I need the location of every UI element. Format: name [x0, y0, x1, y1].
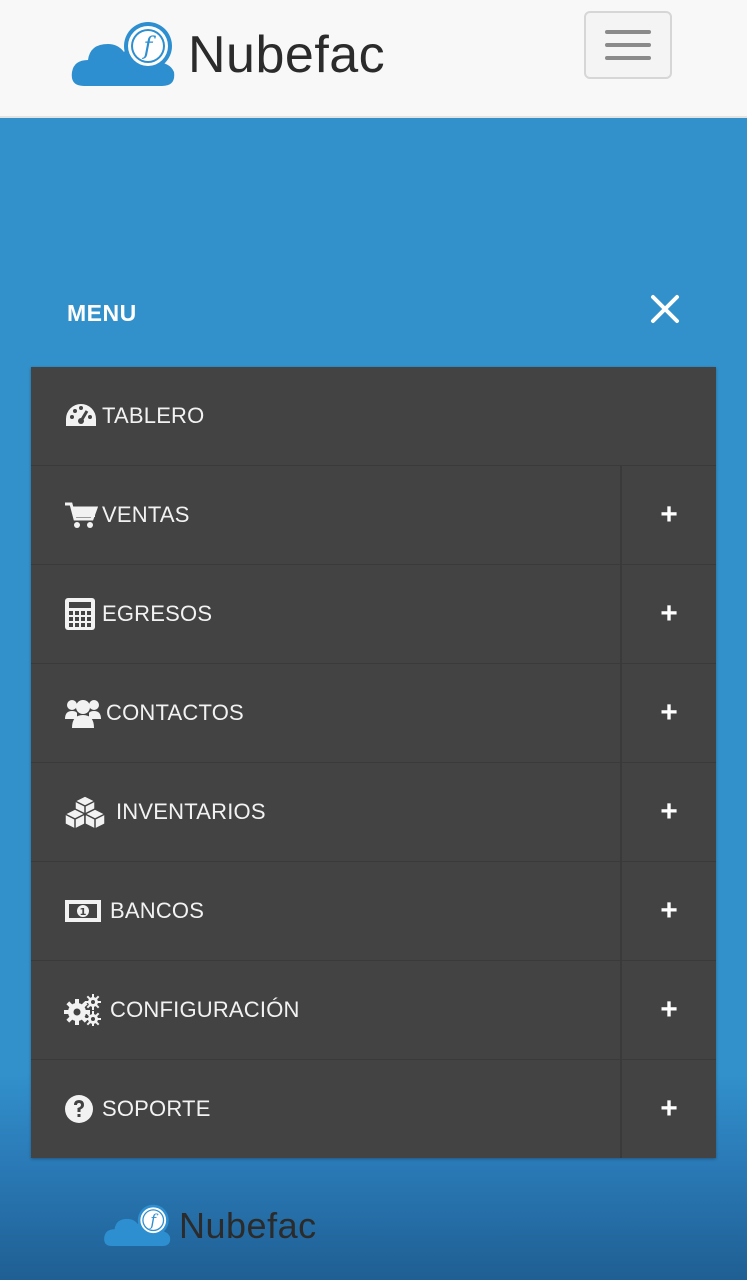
users-icon	[64, 697, 106, 729]
hamburger-icon-bar	[605, 43, 651, 47]
brand-logo[interactable]: f Nubefac	[70, 20, 385, 90]
nubefac-cloud-logo-icon: f	[71, 22, 175, 86]
plus-icon: +	[660, 993, 678, 1026]
menu-item-ventas[interactable]: VENTAS +	[31, 466, 716, 565]
menu-item-link[interactable]: INVENTARIOS	[31, 763, 716, 861]
cubes-icon	[64, 795, 116, 829]
expand-toggle[interactable]: +	[620, 961, 716, 1059]
menu-item-label: CONTACTOS	[106, 700, 244, 725]
footer-brand-name: Nubefac	[179, 1205, 317, 1246]
menu-item-label: INVENTARIOS	[116, 799, 266, 824]
menu-item-link[interactable]: TABLERO	[31, 367, 716, 465]
menu-item-contactos[interactable]: CONTACTOS +	[31, 664, 716, 763]
hamburger-icon-bar	[605, 30, 651, 34]
menu-item-link[interactable]: SOPORTE	[31, 1060, 716, 1158]
close-icon	[651, 295, 679, 323]
menu-item-link[interactable]: VENTAS	[31, 466, 716, 564]
expand-toggle[interactable]: +	[620, 565, 716, 663]
close-menu-button[interactable]	[648, 292, 682, 326]
menu-item-soporte[interactable]: SOPORTE +	[31, 1060, 716, 1158]
footer-brand-logo[interactable]: f Nubefac	[103, 1203, 317, 1249]
svg-text:1: 1	[80, 907, 87, 918]
menu-item-label: BANCOS	[110, 898, 205, 923]
menu-item-link[interactable]: CONFIGURACIÓN	[31, 961, 716, 1059]
expand-toggle[interactable]: +	[620, 664, 716, 762]
menu-item-link[interactable]: EGRESOS	[31, 565, 716, 663]
expand-toggle[interactable]: +	[620, 862, 716, 960]
expand-toggle[interactable]: +	[620, 466, 716, 564]
expand-toggle[interactable]: +	[620, 763, 716, 861]
side-menu: TABLERO VENTAS + EGRESOS + CONTACTOS + I…	[31, 367, 716, 1158]
expand-toggle[interactable]: +	[620, 1060, 716, 1158]
dashboard-icon	[64, 402, 102, 430]
nubefac-cloud-logo-icon: f	[104, 1204, 171, 1246]
plus-icon: +	[660, 1092, 678, 1125]
gears-icon	[64, 994, 110, 1026]
plus-icon: +	[660, 597, 678, 630]
menu-item-label: CONFIGURACIÓN	[110, 997, 300, 1022]
menu-title: MENU	[67, 300, 137, 326]
menu-item-tablero[interactable]: TABLERO	[31, 367, 716, 466]
plus-icon: +	[660, 696, 678, 729]
hamburger-icon-bar	[605, 56, 651, 60]
menu-item-link[interactable]: CONTACTOS	[31, 664, 716, 762]
top-navbar: f Nubefac	[0, 0, 747, 118]
menu-item-label: TABLERO	[102, 403, 205, 428]
menu-item-configuracion[interactable]: CONFIGURACIÓN +	[31, 961, 716, 1060]
brand-name: Nubefac	[188, 26, 386, 84]
menu-item-bancos[interactable]: 1 BANCOS +	[31, 862, 716, 961]
question-icon	[64, 1094, 102, 1124]
menu-item-egresos[interactable]: EGRESOS +	[31, 565, 716, 664]
calculator-icon	[64, 597, 102, 631]
plus-icon: +	[660, 498, 678, 531]
menu-item-label: EGRESOS	[102, 601, 213, 626]
menu-item-label: VENTAS	[102, 502, 190, 527]
cart-icon	[64, 501, 102, 529]
money-icon: 1	[64, 899, 110, 923]
hamburger-button[interactable]	[584, 11, 672, 79]
menu-item-link[interactable]: 1 BANCOS	[31, 862, 716, 960]
plus-icon: +	[660, 894, 678, 927]
plus-icon: +	[660, 795, 678, 828]
menu-item-inventarios[interactable]: INVENTARIOS +	[31, 763, 716, 862]
menu-item-label: SOPORTE	[102, 1096, 211, 1121]
